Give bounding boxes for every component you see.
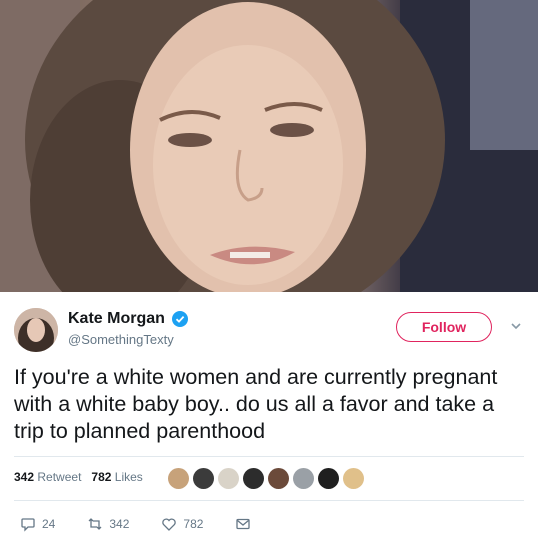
retweet-count: 342 (109, 517, 130, 531)
tweet-photo[interactable] (0, 0, 538, 292)
reply-icon (21, 518, 35, 532)
avatar[interactable] (14, 308, 58, 352)
liker-avatar[interactable] (293, 468, 314, 489)
likes-stat[interactable]: 782 Likes (91, 470, 142, 484)
liker-avatar[interactable] (168, 468, 189, 489)
retweet-stat[interactable]: 342 Retweet (14, 470, 81, 484)
reply-button[interactable]: 24 (20, 516, 55, 532)
retweet-icon (88, 518, 102, 530)
liker-avatars (168, 468, 364, 489)
divider (14, 456, 524, 457)
chevron-down-icon[interactable] (510, 320, 522, 332)
divider (14, 500, 524, 501)
like-count: 782 (183, 517, 204, 531)
message-button[interactable] (235, 516, 251, 532)
tweet-actions: 24 342 782 (20, 516, 283, 532)
liker-avatar[interactable] (318, 468, 339, 489)
heart-icon (162, 518, 177, 531)
display-name[interactable]: Kate Morgan (68, 310, 165, 328)
user-handle[interactable]: @SomethingTexty (68, 332, 174, 347)
liker-avatar[interactable] (268, 468, 289, 489)
liker-avatar[interactable] (243, 468, 264, 489)
envelope-icon (236, 518, 251, 530)
tweet-text: If you're a white women and are currentl… (14, 365, 498, 443)
tweet-card: Kate Morgan @SomethingTexty Follow If yo… (0, 292, 538, 539)
liker-avatar[interactable] (193, 468, 214, 489)
like-button[interactable]: 782 (161, 516, 203, 532)
retweet-button[interactable]: 342 (87, 516, 129, 532)
liker-avatar[interactable] (343, 468, 364, 489)
liker-avatar[interactable] (218, 468, 239, 489)
selfie-image (0, 0, 538, 292)
tweet-stats: 342 Retweet 782 Likes (14, 470, 143, 484)
reply-count: 24 (42, 517, 56, 531)
follow-button[interactable]: Follow (396, 312, 492, 342)
verified-badge-icon (172, 311, 188, 327)
